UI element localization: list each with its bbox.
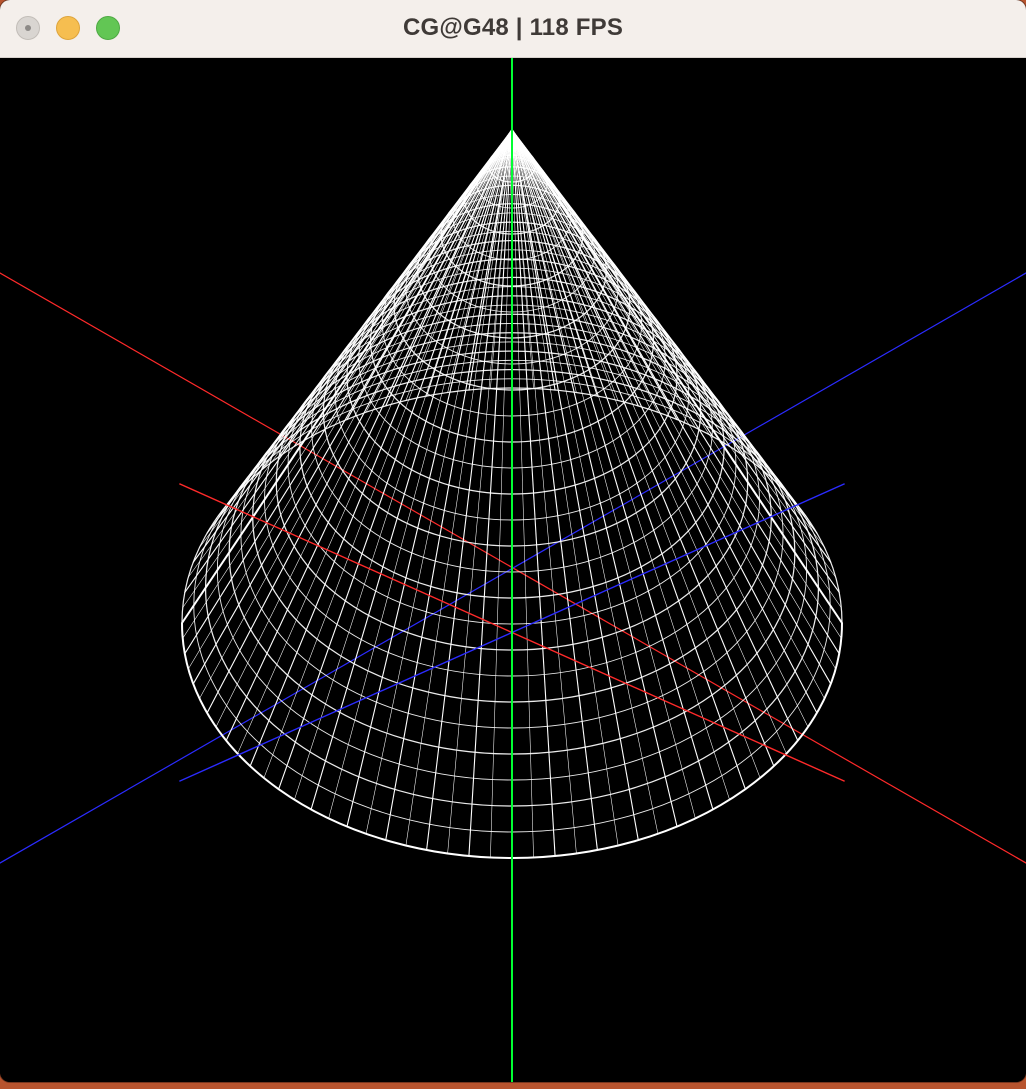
cone-slice-line [263, 129, 513, 469]
cone-slice-line [384, 129, 513, 407]
cone-slice-line [511, 129, 696, 819]
cone-slice-line [511, 129, 678, 421]
cone-slice-line [206, 129, 513, 714]
cone-slice-line [511, 129, 556, 857]
window-title: CG@G48 | 118 FPS [402, 14, 624, 41]
title-bar[interactable]: CG@G48 | 118 FPS [0, 0, 1026, 58]
cone-slice-line [511, 129, 640, 407]
cone-slice-line [511, 129, 678, 828]
cone-slice-line [511, 129, 840, 655]
cone-slice-line [328, 129, 513, 819]
cone-slice-line [385, 129, 513, 841]
cone-slice-line [511, 129, 832, 563]
cone-slice-line [511, 129, 825, 699]
cone-slice-line [511, 129, 747, 790]
app-window: CG@G48 | 118 FPS [0, 0, 1026, 1082]
cone-slice-line [346, 129, 513, 828]
cone-slice-line [511, 129, 639, 841]
render-viewport[interactable] [0, 58, 1026, 1082]
cone-slice-line [511, 129, 840, 594]
cone-slice-line [511, 129, 818, 714]
cone-slice-line [447, 129, 513, 393]
cone-slice-line [511, 129, 577, 393]
cone-slice-line [511, 129, 818, 534]
cone-slice-line [468, 129, 513, 857]
cone-slice-line [346, 129, 513, 421]
axes-front-group [179, 58, 845, 1082]
cone-slice-line [184, 129, 513, 655]
cone-slice-line [511, 129, 761, 779]
cone-slice-line [263, 129, 513, 779]
opengl-canvas[interactable] [0, 58, 1026, 1082]
cone-slice-line [225, 129, 513, 742]
cone-slice-line [277, 129, 513, 458]
cone-slice-line [277, 129, 513, 790]
